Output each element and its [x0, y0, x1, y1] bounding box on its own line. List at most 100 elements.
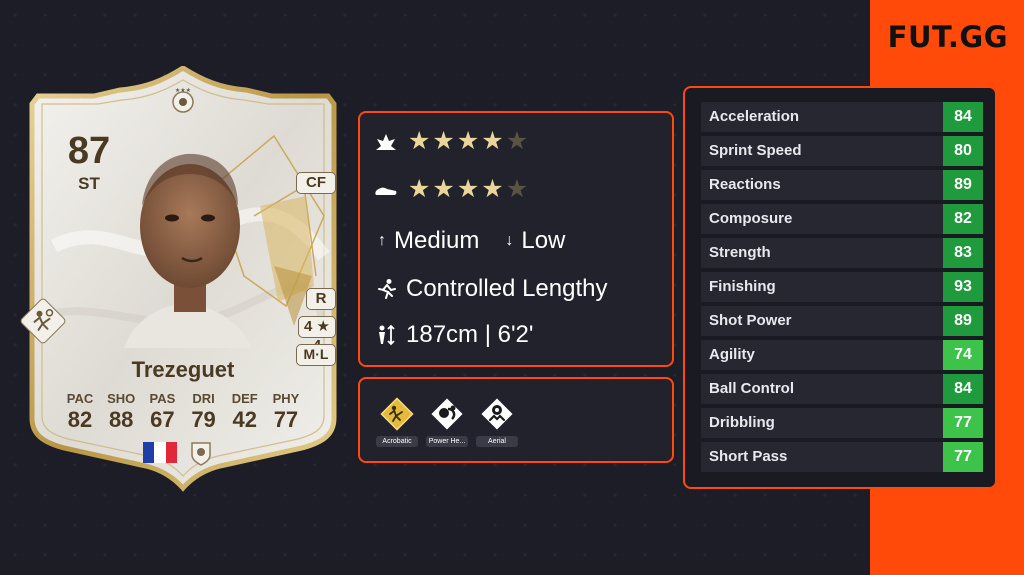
card-stat-value: 77 [273, 407, 299, 432]
card-stat-label: DRI [192, 391, 215, 406]
card-stat: PHY 77 [266, 391, 306, 433]
card-stat: PAC 82 [60, 391, 100, 433]
star-filled-icon: ★ [432, 175, 455, 203]
playstyle-acrobatic[interactable]: Acrobatic [376, 395, 418, 447]
stat-value: 77 [943, 408, 983, 438]
card-stat-value: 42 [232, 407, 257, 432]
stat-row-sprint-speed: Sprint Speed 80 [701, 136, 983, 166]
card-position: ST [78, 174, 100, 193]
star-filled-icon: ★ [456, 127, 480, 155]
alt-position-chip: CF [296, 172, 336, 194]
stat-value: 82 [943, 204, 983, 234]
card-stat: DRI 79 [184, 391, 224, 433]
acrobatic-plus-icon [378, 395, 416, 433]
skill-weak-chip: 4 ★ 4 [298, 316, 336, 354]
stat-value: 80 [943, 136, 983, 166]
card-stat-label: PAS [149, 391, 176, 406]
star-filled-icon: ★ [456, 175, 480, 203]
stat-name: Short Pass [709, 448, 788, 465]
star-filled-icon: ★ [408, 127, 431, 155]
stat-row-shot-power: Shot Power 89 [701, 306, 983, 336]
attack-work-rate: Medium [394, 227, 480, 254]
stat-row-dribbling: Dribbling 77 [701, 408, 983, 438]
work-rate-row: ↑ Medium ↓ Low [374, 227, 587, 255]
card-stat-label: PHY [272, 391, 300, 406]
stat-value: 74 [943, 340, 983, 370]
accelerate-row: Controlled Lengthy [374, 275, 607, 303]
playstyle-label: Aerial [476, 436, 518, 447]
playstyle-aerial[interactable]: Aerial [476, 395, 518, 447]
stat-row-strength: Strength 83 [701, 238, 983, 268]
star-filled-icon: ★ [432, 127, 455, 155]
stat-row-acceleration: Acceleration 84 [701, 102, 983, 132]
playstyle-power-header[interactable]: Power He... [426, 395, 468, 447]
stat-name: Sprint Speed [709, 142, 802, 159]
icon-club-badge [190, 440, 212, 471]
accelerate-type: Controlled Lengthy [406, 275, 608, 302]
star-filled-icon: ★ [481, 175, 504, 203]
preferred-foot-chip: R [306, 288, 336, 310]
stat-value: 93 [943, 272, 983, 302]
stat-name: Acceleration [709, 108, 800, 125]
card-player-name: Trezeguet [131, 357, 235, 382]
card-stat: SHO 88 [101, 391, 141, 433]
stat-row-finishing: Finishing 93 [701, 272, 983, 302]
card-stat: PAS 67 [142, 391, 182, 433]
stat-row-agility: Agility 74 [701, 340, 983, 370]
stat-name: Dribbling [709, 414, 775, 431]
player-height: 187cm | 6'2' [406, 321, 534, 348]
acrobatic-icon [33, 309, 54, 331]
stat-value: 84 [943, 374, 983, 404]
stat-value: 84 [943, 102, 983, 132]
stat-value: 77 [943, 442, 983, 472]
stat-value: 83 [943, 238, 983, 268]
crest-icon: ★★★ [168, 86, 198, 121]
star-filled-icon: ★ [408, 175, 431, 203]
stat-value: 89 [943, 306, 983, 336]
player-info-panel: ★ ★ ★ ★ ★ ★ ★ ★ ★ ★ ↑ Medium ↓ Low Controlled Le… [358, 111, 674, 367]
stat-row-composure: Composure 82 [701, 204, 983, 234]
weak-foot-stars: ★ ★ ★ ★ ★ [408, 177, 528, 202]
svg-text:★★★: ★★★ [175, 87, 191, 94]
card-rating: 87 [67, 130, 111, 172]
stat-row-short-pass: Short Pass 77 [701, 442, 983, 472]
height-row: 187cm | 6'2' [374, 321, 533, 349]
card-stat-value: 67 [150, 407, 175, 432]
star-empty-icon: ★ [505, 175, 529, 203]
weak-foot-row: ★ ★ ★ ★ ★ [374, 177, 528, 202]
star-empty-icon: ★ [505, 127, 529, 155]
stat-name: Ball Control [709, 380, 794, 397]
playstyle-label: Power He... [426, 436, 468, 447]
power-header-icon [428, 395, 466, 433]
skill-moves-icon [374, 130, 398, 154]
card-stat-value: 79 [191, 407, 216, 432]
stat-name: Strength [709, 244, 771, 261]
boot-icon [374, 178, 398, 202]
card-stat-label: DEF [231, 391, 258, 406]
player-card: ★★★ 87 ST CF R 4 ★ 4 M·L Trezeguet PAC 8… [18, 66, 342, 492]
stat-value: 89 [943, 170, 983, 200]
card-stat-value: 88 [108, 407, 134, 432]
playstyle-label: Acrobatic [376, 436, 418, 447]
stat-name: Finishing [709, 278, 776, 295]
card-stat: DEF 42 [225, 391, 265, 433]
stat-name: Reactions [709, 176, 781, 193]
work-rate-chip: M·L [296, 344, 336, 366]
arrow-down-icon: ↓ [505, 232, 514, 249]
skill-moves-row: ★ ★ ★ ★ ★ [374, 129, 528, 154]
stat-row-reactions: Reactions 89 [701, 170, 983, 200]
stat-name: Agility [709, 346, 755, 363]
arrow-up-icon: ↑ [378, 232, 386, 249]
aerial-icon [478, 395, 516, 433]
brand-logo: FUT.GG [887, 20, 1008, 54]
card-stat-value: 82 [67, 407, 93, 432]
france-flag-icon [143, 442, 177, 463]
height-icon [374, 323, 398, 347]
card-stat-label: SHO [107, 391, 136, 406]
stat-name: Composure [709, 210, 793, 227]
defense-work-rate: Low [521, 227, 566, 254]
skill-moves-stars: ★ ★ ★ ★ ★ [408, 129, 528, 154]
stat-name: Shot Power [709, 312, 792, 329]
card-stat-label: PAC [66, 391, 94, 406]
detailed-stats-panel: Acceleration 84 Sprint Speed 80 Reaction… [683, 86, 997, 489]
